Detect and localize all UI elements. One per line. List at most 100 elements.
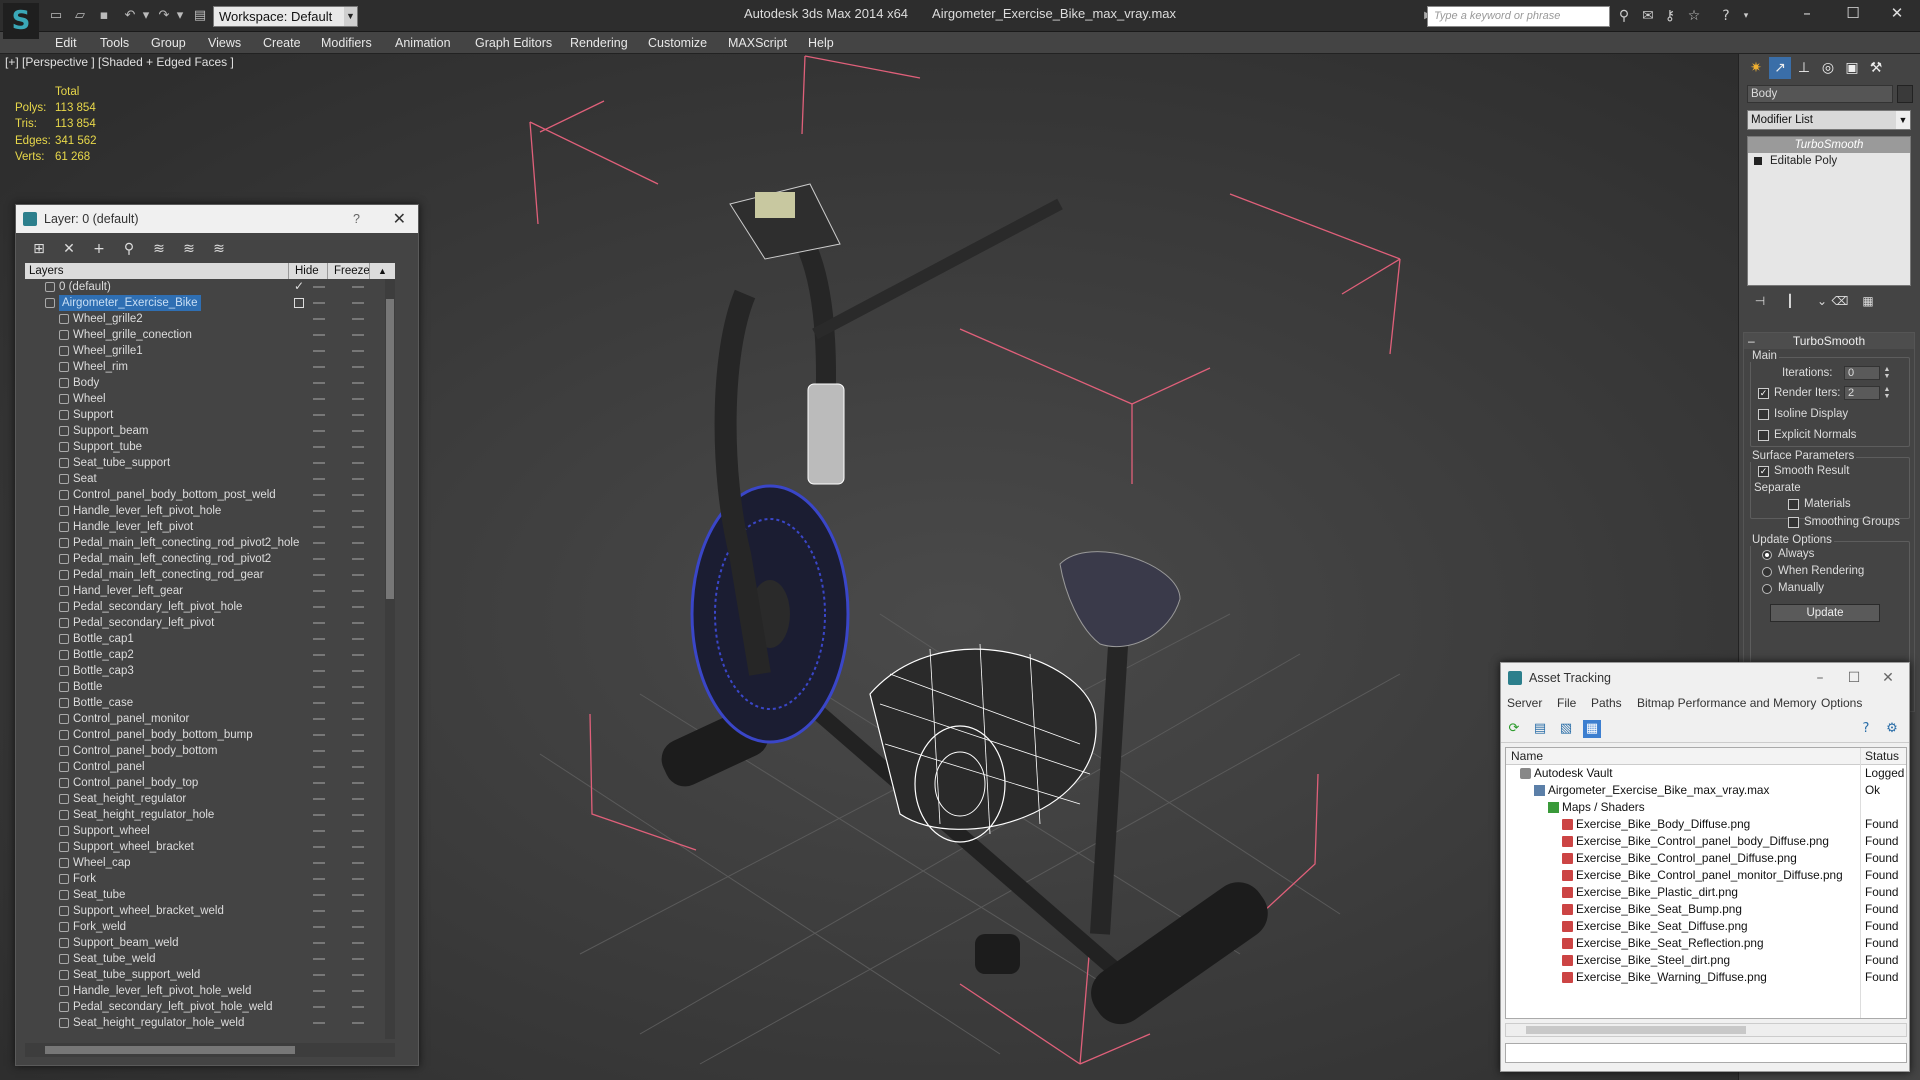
freeze-toggle[interactable] <box>352 510 364 512</box>
hide-toggle[interactable] <box>313 510 325 512</box>
highlight-layer-icon[interactable]: ≋ <box>150 240 168 258</box>
hide-toggle[interactable] <box>313 670 325 672</box>
hide-toggle[interactable] <box>313 750 325 752</box>
smoothing-groups-checkbox[interactable] <box>1788 517 1799 528</box>
materials-checkbox[interactable] <box>1788 499 1799 510</box>
object-row[interactable]: Handle_lever_left_pivot_hole_weld <box>25 983 395 999</box>
favorites-star-icon[interactable]: ☆ <box>1684 6 1704 26</box>
object-row[interactable]: Support_beam_weld <box>25 935 395 951</box>
menu-graph-editors[interactable]: Graph Editors <box>475 36 552 50</box>
hide-toggle[interactable] <box>313 606 325 608</box>
menu-file[interactable]: File <box>1557 696 1576 710</box>
asset-horizontal-scrollbar[interactable] <box>1505 1023 1907 1037</box>
freeze-toggle[interactable] <box>352 782 364 784</box>
iterations-spinner[interactable]: 0 <box>1844 366 1880 380</box>
freeze-toggle[interactable] <box>352 830 364 832</box>
hide-all-layers-icon[interactable]: ≋ <box>180 240 198 258</box>
freeze-toggle[interactable] <box>352 670 364 672</box>
object-row[interactable]: Wheel_cap <box>25 855 395 871</box>
minimize-icon[interactable]: – <box>1784 0 1830 26</box>
freeze-toggle[interactable] <box>352 622 364 624</box>
object-row[interactable]: Seat_tube_support_weld <box>25 967 395 983</box>
freeze-toggle[interactable] <box>352 878 364 880</box>
hide-toggle[interactable] <box>313 1022 325 1024</box>
hide-toggle[interactable] <box>313 558 325 560</box>
object-row[interactable]: Wheel_rim <box>25 359 395 375</box>
object-row[interactable]: Support_tube <box>25 439 395 455</box>
object-row[interactable]: Seat_height_regulator <box>25 791 395 807</box>
show-end-result-icon[interactable]: ┃ <box>1781 292 1799 310</box>
hide-toggle[interactable] <box>313 302 325 304</box>
freeze-toggle[interactable] <box>352 478 364 480</box>
freeze-toggle[interactable] <box>352 974 364 976</box>
asset-row[interactable]: Exercise_Bike_Seat_Bump.png Found <box>1506 901 1906 918</box>
menu-views[interactable]: Views <box>208 36 241 50</box>
app-logo-icon[interactable]: S <box>3 3 39 39</box>
object-row[interactable]: Wheel_grille2 <box>25 311 395 327</box>
utilities-tab-icon[interactable]: ⚒ <box>1865 57 1887 79</box>
hide-toggle[interactable] <box>313 702 325 704</box>
object-row[interactable]: Pedal_secondary_left_pivot_hole_weld <box>25 999 395 1015</box>
asset-row[interactable]: Exercise_Bike_Steel_dirt.png Found <box>1506 952 1906 969</box>
hide-toggle[interactable] <box>313 654 325 656</box>
add-to-layer-icon[interactable]: + <box>90 240 108 258</box>
freeze-toggle[interactable] <box>352 606 364 608</box>
column-hide[interactable]: Hide <box>288 263 326 279</box>
freeze-toggle[interactable] <box>352 846 364 848</box>
hide-toggle[interactable] <box>313 446 325 448</box>
dropdown-arrow-icon[interactable]: ▼ <box>1896 111 1910 129</box>
spinner-arrows-icon[interactable]: ▲ ▼ <box>1882 366 1892 380</box>
freeze-toggle[interactable] <box>352 814 364 816</box>
freeze-toggle[interactable] <box>352 910 364 912</box>
freeze-toggle[interactable] <box>352 766 364 768</box>
object-color-swatch[interactable] <box>1897 85 1913 103</box>
hide-toggle[interactable] <box>313 878 325 880</box>
object-row[interactable]: Control_panel_body_bottom_bump <box>25 727 395 743</box>
explicit-normals-checkbox[interactable] <box>1758 430 1769 441</box>
hide-toggle[interactable] <box>313 894 325 896</box>
freeze-toggle[interactable] <box>352 862 364 864</box>
smooth-result-checkbox[interactable]: ✓ <box>1758 466 1769 477</box>
isoline-display-checkbox[interactable] <box>1758 409 1769 420</box>
list-view-icon[interactable]: ▤ <box>1531 720 1549 738</box>
freeze-all-layers-icon[interactable]: ≋ <box>210 240 228 258</box>
freeze-toggle[interactable] <box>352 718 364 720</box>
help-icon[interactable]: ? <box>353 205 360 233</box>
column-freeze[interactable]: Freeze <box>327 263 370 279</box>
table-view-icon[interactable]: ▦ <box>1583 720 1601 738</box>
freeze-toggle[interactable] <box>352 366 364 368</box>
delete-layer-icon[interactable]: ✕ <box>60 240 78 258</box>
column-status[interactable]: Status <box>1865 749 1899 763</box>
object-row[interactable]: Bottle_case <box>25 695 395 711</box>
object-row[interactable]: Support_wheel_bracket_weld <box>25 903 395 919</box>
object-name-field[interactable]: Body <box>1747 85 1893 103</box>
menu-group[interactable]: Group <box>151 36 186 50</box>
menu-maxscript[interactable]: MAXScript <box>728 36 787 50</box>
asset-row[interactable]: Airgometer_Exercise_Bike_max_vray.max Ok <box>1506 782 1906 799</box>
object-row[interactable]: Hand_lever_left_gear <box>25 583 395 599</box>
current-layer-check-icon[interactable]: ✓ <box>294 279 304 293</box>
menu-modifiers[interactable]: Modifiers <box>321 36 372 50</box>
hide-toggle[interactable] <box>313 1006 325 1008</box>
hide-toggle[interactable] <box>313 846 325 848</box>
maximize-icon[interactable]: ☐ <box>1830 0 1876 26</box>
modifier-list-dropdown[interactable]: Modifier List ▼ <box>1747 110 1911 130</box>
key-icon[interactable]: ⚷ <box>1660 6 1680 26</box>
object-row[interactable]: Pedal_secondary_left_pivot <box>25 615 395 631</box>
create-layer-icon[interactable]: ⊞ <box>30 240 48 258</box>
layer-horizontal-scrollbar[interactable] <box>25 1043 395 1057</box>
hide-toggle[interactable] <box>313 734 325 736</box>
freeze-toggle[interactable] <box>352 398 364 400</box>
close-icon[interactable]: ✕ <box>1874 0 1920 26</box>
hide-toggle[interactable] <box>313 286 325 288</box>
freeze-toggle[interactable] <box>352 1022 364 1024</box>
object-row[interactable]: Bottle_cap3 <box>25 663 395 679</box>
object-row[interactable]: Seat_tube_weld <box>25 951 395 967</box>
freeze-toggle[interactable] <box>352 638 364 640</box>
hide-toggle[interactable] <box>313 718 325 720</box>
hide-toggle[interactable] <box>313 910 325 912</box>
hide-toggle[interactable] <box>313 622 325 624</box>
column-name[interactable]: Name <box>1511 749 1543 763</box>
object-row[interactable]: Bottle <box>25 679 395 695</box>
settings-icon[interactable]: ⚙ <box>1883 720 1901 738</box>
